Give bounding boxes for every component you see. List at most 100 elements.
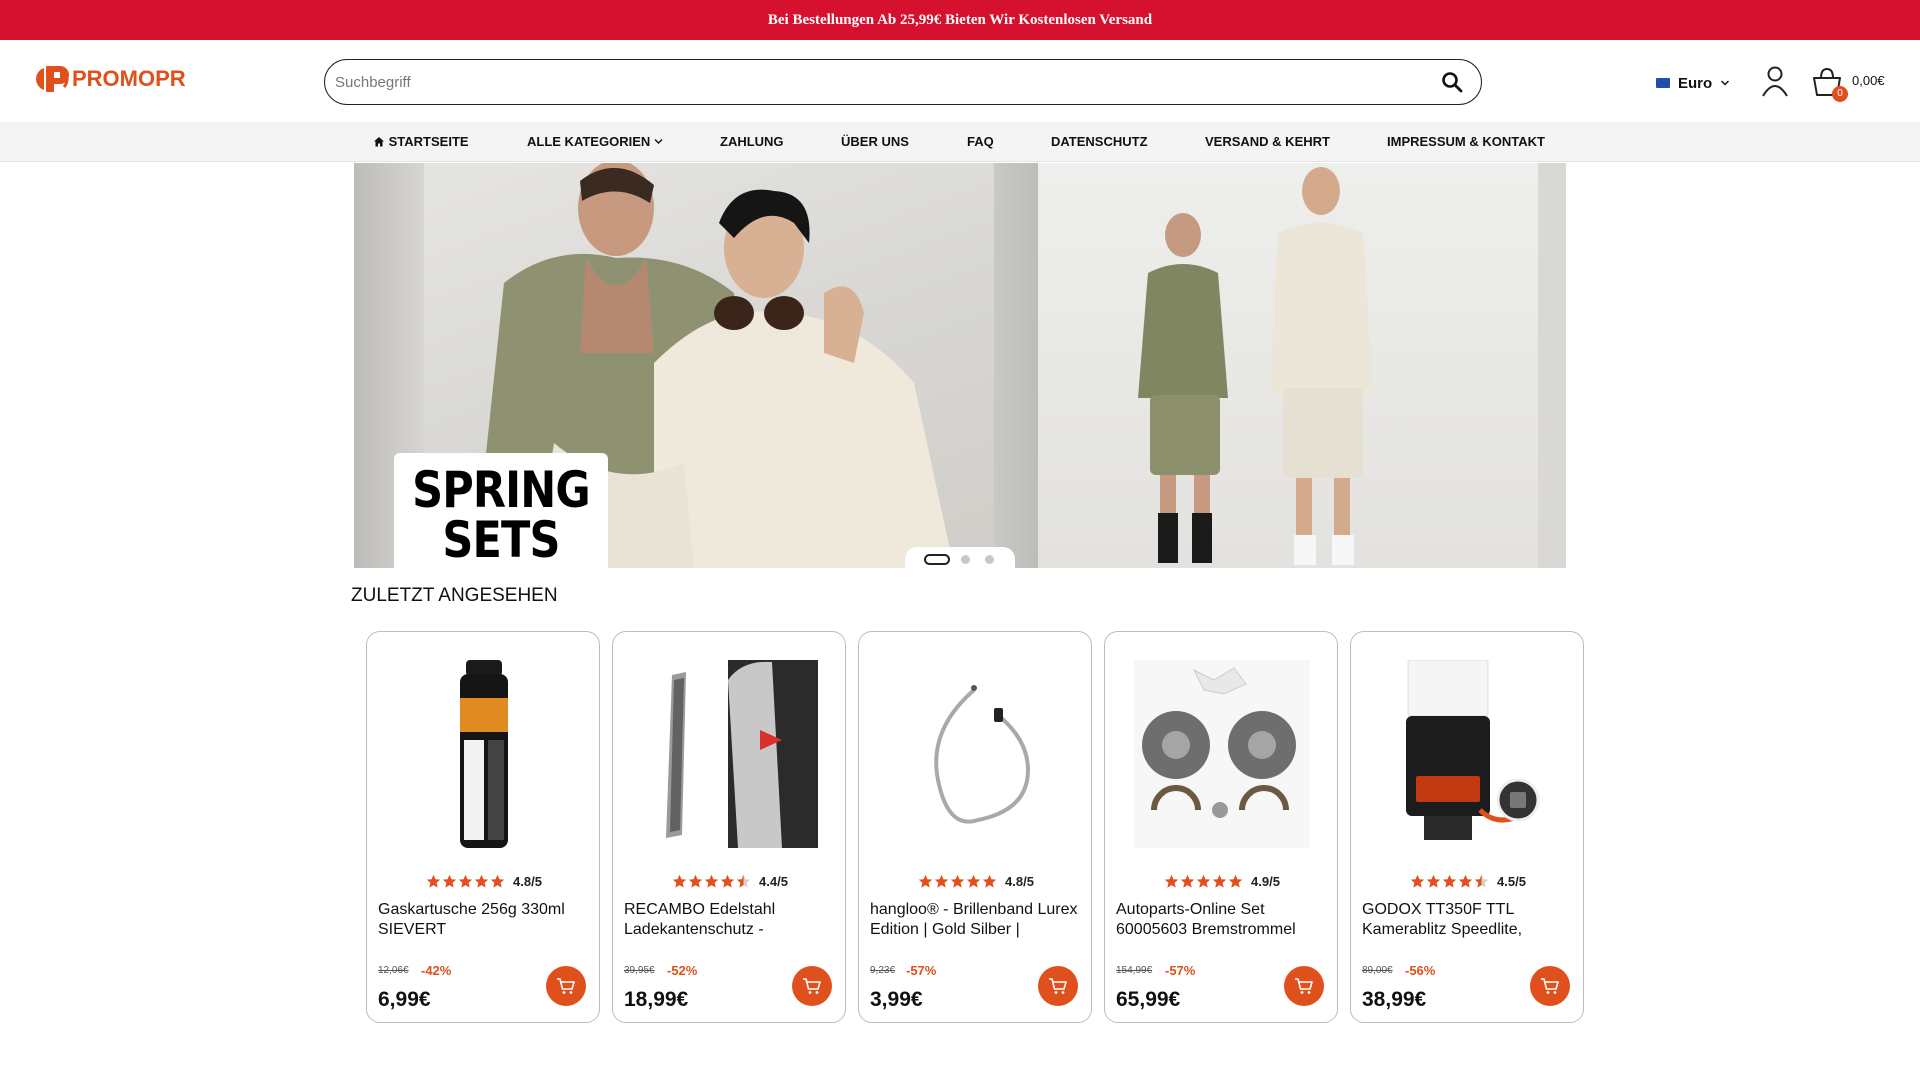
cart-add-icon (1049, 978, 1067, 994)
product-name[interactable]: Autoparts-Online Set 60005603 Bremstromm… (1116, 900, 1330, 942)
promo-label: SPRING SETS (394, 453, 608, 568)
product-rating: 4.9/5 (1105, 874, 1339, 889)
product-card[interactable]: 4.5/5 GODOX TT350F TTL Kamerablitz Speed… (1350, 631, 1584, 1023)
home-icon (374, 137, 384, 147)
hero-image-right (1038, 163, 1566, 568)
user-account-icon[interactable] (1760, 64, 1790, 98)
star-icon (934, 874, 949, 888)
slider-pagination (905, 547, 1015, 571)
product-card[interactable]: 4.4/5 RECAMBO Edelstahl Ladekantenschutz… (612, 631, 846, 1023)
star-icon (704, 874, 719, 888)
nav-item-datenschutz[interactable]: DATENSCHUTZ (1051, 134, 1148, 149)
rating-value: 4.8/5 (1005, 874, 1034, 889)
nav-item-impressum-kontakt[interactable]: IMPRESSUM & KONTAKT (1387, 134, 1545, 149)
nav-item-ueber-uns[interactable]: ÜBER UNS (841, 134, 909, 149)
star-icon (1458, 874, 1473, 888)
slider-dot-2[interactable] (961, 555, 970, 564)
nav-label: STARTSEITE (388, 134, 469, 149)
star-icon (1426, 874, 1441, 888)
rating-stars (1164, 874, 1243, 889)
nav-item-zahlung[interactable]: ZAHLUNG (720, 134, 784, 149)
nav-item-faq[interactable]: FAQ (967, 134, 994, 149)
search-input[interactable] (335, 68, 1415, 96)
nav-item-alle-kategorien[interactable]: ALLE KATEGORIEN (527, 134, 663, 149)
product-rating: 4.5/5 (1351, 874, 1585, 889)
product-image-camera-flash (1406, 660, 1540, 840)
add-to-cart-button[interactable] (546, 966, 586, 1006)
rating-value: 4.9/5 (1251, 874, 1280, 889)
chevron-down-icon (1721, 80, 1730, 86)
star-icon (1196, 874, 1211, 888)
rating-value: 4.8/5 (513, 874, 542, 889)
star-icon (1410, 874, 1425, 888)
star-icon (918, 874, 933, 888)
nav-label: ALLE KATEGORIEN (527, 134, 651, 149)
product-card[interactable]: 4.8/5 hangloo® - Brillenband Lurex Editi… (858, 631, 1092, 1023)
site-header: PROMOPR Euro 0 0,00€ (0, 40, 1920, 122)
main-nav: STARTSEITE ALLE KATEGORIEN ZAHLUNG ÜBER … (0, 122, 1920, 162)
product-price: 38,99€ (1362, 988, 1427, 1011)
cart-add-icon (803, 978, 821, 994)
hero-image-left: SPRING SETS (354, 163, 1054, 568)
star-icon (950, 874, 965, 888)
cart-total: 0,00€ (1852, 73, 1885, 88)
old-price: 9,23€ (870, 965, 896, 976)
add-to-cart-button[interactable] (1038, 966, 1078, 1006)
rating-value: 4.4/5 (759, 874, 788, 889)
rating-stars (918, 874, 997, 889)
cart-add-icon (1295, 978, 1313, 994)
old-price: 154,99€ (1116, 965, 1153, 976)
product-card[interactable]: 4.9/5 Autoparts-Online Set 60005603 Brem… (1104, 631, 1338, 1023)
logo[interactable]: PROMOPR (30, 62, 186, 96)
brand-name: PROMOPR (72, 66, 186, 91)
slider-dot-3[interactable] (985, 555, 994, 564)
product-name[interactable]: Gaskartusche 256g 330ml SIEVERT (378, 900, 592, 942)
product-image-glasses-strap (934, 685, 1031, 824)
discount-badge: -57% (1165, 963, 1196, 978)
old-price: 89,00€ (1362, 965, 1393, 976)
product-name[interactable]: GODOX TT350F TTL Kamerablitz Speedlite, (1362, 900, 1576, 942)
add-to-cart-button[interactable] (1530, 966, 1570, 1006)
star-icon (688, 874, 703, 888)
rating-stars (672, 874, 751, 889)
star-icon (672, 874, 687, 888)
hero-models-illustration (1138, 163, 1566, 568)
currency-label: Euro (1678, 74, 1713, 92)
section-title-recently-viewed: ZULETZT ANGESEHEN (351, 585, 558, 606)
search-bar (324, 59, 1482, 105)
nav-item-versand-kehrt[interactable]: VERSAND & KEHRT (1205, 134, 1330, 149)
cart-add-icon (1541, 978, 1559, 994)
promo-line-2: SETS (442, 511, 560, 568)
nav-item-startseite[interactable]: STARTSEITE (373, 134, 469, 149)
product-rating: 4.8/5 (859, 874, 1093, 889)
product-rating: 4.8/5 (367, 874, 601, 889)
product-rating: 4.4/5 (613, 874, 847, 889)
star-icon (720, 874, 735, 888)
product-image-gas-cartridge (460, 660, 508, 848)
star-icon (966, 874, 981, 888)
star-icon (982, 874, 997, 888)
star-icon (490, 874, 505, 888)
search-icon[interactable] (1441, 71, 1463, 93)
add-to-cart-button[interactable] (1284, 966, 1324, 1006)
star-icon (1228, 874, 1243, 888)
star-icon (1164, 874, 1179, 888)
star-icon (442, 874, 457, 888)
old-price: 12,06€ (378, 965, 409, 976)
currency-selector[interactable]: Euro (1656, 74, 1730, 92)
star-half-icon (736, 874, 751, 888)
add-to-cart-button[interactable] (792, 966, 832, 1006)
product-card[interactable]: 4.8/5 Gaskartusche 256g 330ml SIEVERT 12… (366, 631, 600, 1023)
product-name[interactable]: hangloo® - Brillenband Lurex Edition | G… (870, 900, 1084, 942)
cart-count-badge: 0 (1832, 86, 1848, 102)
slider-dot-1[interactable] (924, 554, 950, 565)
hero-banner[interactable]: SPRING SETS (354, 163, 1566, 568)
product-name[interactable]: RECAMBO Edelstahl Ladekantenschutz - (624, 900, 838, 942)
product-image-brake-drum-set (1134, 660, 1310, 848)
chevron-down-icon (654, 139, 663, 144)
product-price: 3,99€ (870, 988, 923, 1011)
product-price: 6,99€ (378, 988, 431, 1011)
rating-stars (426, 874, 505, 889)
product-price: 65,99€ (1116, 988, 1181, 1011)
announcement-bar: Bei Bestellungen Ab 25,99€ Bieten Wir Ko… (0, 0, 1920, 40)
